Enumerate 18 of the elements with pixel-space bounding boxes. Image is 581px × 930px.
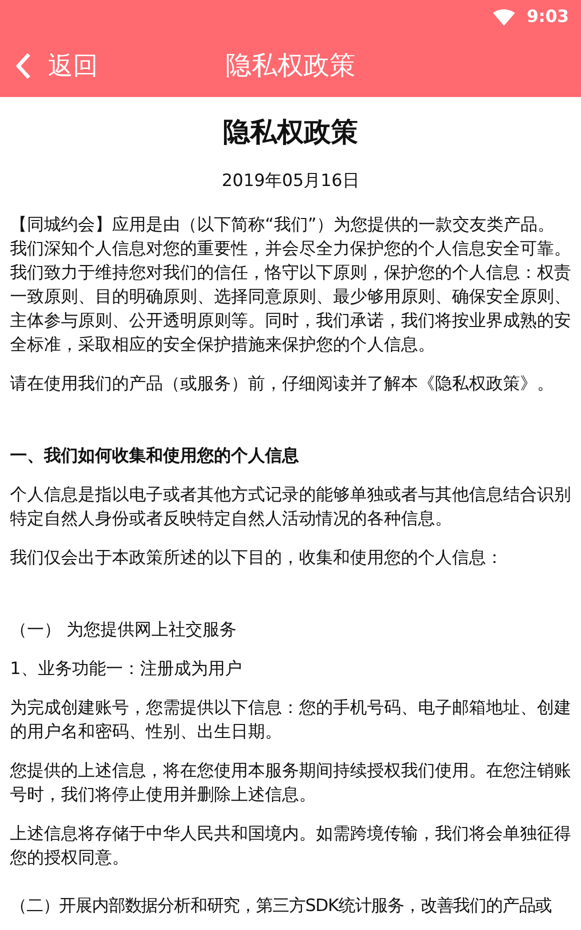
wifi-icon (492, 8, 515, 26)
paragraph: 【同城约会】应用是由（以下简称“我们”）为您提供的一款交友类产品。我们深知个人信息对您的重要性，并会尽全力保护您的个人信息安全可靠。我们致力于维持您对我们的信任，恪守以下原则，保护您的个人信息：权责一致原则、目的明确原则、选择同意原则、最少够用原则、确保安全原则、主体参与原则、公开透明原则等。同时，我们承诺，我们将按业界成熟的安全标准，采取相应的安全保护措施来保护您的个人信息。 (10, 214, 571, 357)
paragraph: 1、业务功能一：注册成为用户 (10, 658, 243, 681)
paragraph: 请在使用我们的产品（或服务）前，仔细阅读并了解本《隐私权政策》。 (10, 373, 555, 396)
page-title: 隐私权政策 (226, 50, 356, 83)
status-time: 9:03 (526, 7, 569, 27)
document-title: 隐私权政策 (222, 116, 359, 150)
section-heading: 一、我们如何收集和使用您的个人信息 (10, 445, 300, 468)
paragraph: 个人信息是指以电子或者其他方式记录的能够单独或者与其他信息结合识别特定自然人身份或者反映特定自然人活动情况的各种信息。 (10, 484, 571, 531)
subsection-heading: （一） 为您提供网上社交服务 (10, 619, 238, 642)
paragraph: 为完成创建账号，您需提供以下信息：您的手机号码、电子邮箱地址、创建的用户名和密码、性别、出生日期。 (10, 697, 571, 744)
paragraph: 您提供的上述信息，将在您使用本服务期间持续授权我们使用。在您注销账号时，我们将停止使用并删除上述信息。 (10, 760, 571, 807)
paragraph: 上述信息将存储于中华人民共和国境内。如需跨境传输，我们将会单独征得您的授权同意。 (10, 823, 571, 870)
back-button[interactable]: 返回 (0, 49, 98, 82)
chevron-left-icon (14, 52, 32, 80)
paragraph: 我们仅会出于本政策所述的以下目的，收集和使用您的个人信息： (10, 547, 504, 570)
subsection-heading: （二）开展内部数据分析和研究，第三方SDK统计服务，改善我们的产品或 (10, 895, 553, 918)
document-date: 2019年05月16日 (220, 170, 360, 193)
